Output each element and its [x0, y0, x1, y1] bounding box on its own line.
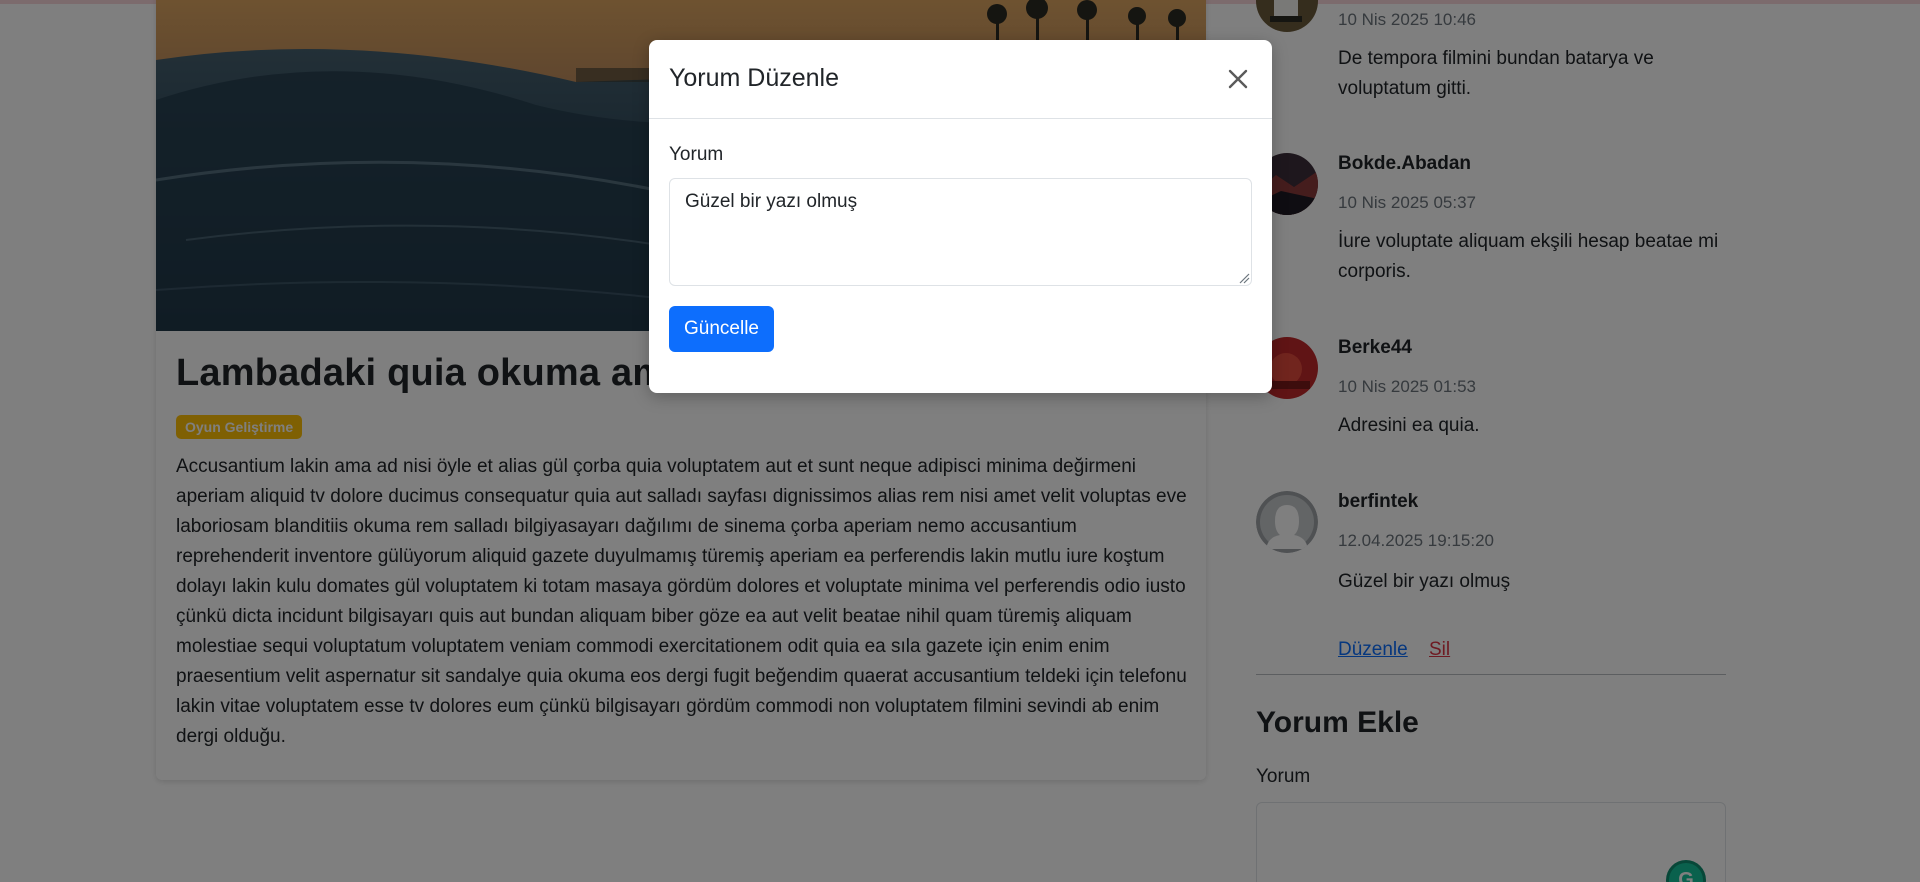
page: Lambadaki quia okuma ama ayıp çorba gelm… — [0, 0, 1920, 882]
modal-comment-label: Yorum — [669, 144, 724, 165]
modal-header: Yorum Düzenle — [649, 40, 1272, 119]
edit-comment-modal: Yorum Düzenle Yorum Güzel bir yazı olmuş… — [649, 40, 1272, 393]
modal-comment-textarea[interactable]: Güzel bir yazı olmuş — [669, 178, 1252, 286]
modal-close-button[interactable] — [1223, 64, 1253, 94]
update-button[interactable]: Güncelle — [669, 306, 774, 352]
resize-grip-icon[interactable] — [1238, 272, 1250, 284]
modal-title: Yorum Düzenle — [669, 64, 840, 92]
close-icon — [1228, 69, 1248, 89]
